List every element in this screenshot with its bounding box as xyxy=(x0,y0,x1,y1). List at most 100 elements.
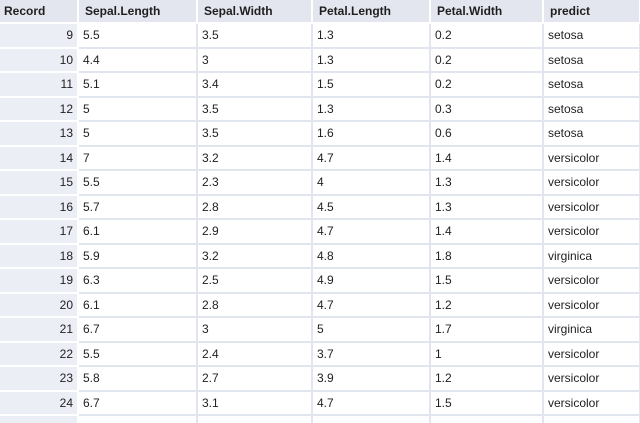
predict-cell[interactable]: versicolor xyxy=(543,145,640,171)
table-row[interactable]: 21 6.7 3 5 1.7 virginica xyxy=(0,317,640,343)
sepal-length-cell[interactable]: 6.7 xyxy=(78,390,198,416)
table-row[interactable]: 15 5.5 2.3 4 1.3 versicolor xyxy=(0,170,640,196)
sepal-length-cell[interactable]: 7 xyxy=(78,145,198,171)
petal-width-cell[interactable]: 0.2 xyxy=(430,23,544,49)
table-row[interactable]: 14 7 3.2 4.7 1.4 versicolor xyxy=(0,145,640,171)
petal-length-cell[interactable]: 1.3 xyxy=(312,96,431,122)
results-grid[interactable]: Record Sepal.Length Sepal.Width Petal.Le… xyxy=(0,0,640,423)
sepal-width-cell[interactable]: 3 xyxy=(197,317,313,343)
predict-cell[interactable]: setosa xyxy=(543,23,640,49)
record-cell[interactable]: 22 xyxy=(0,341,79,367)
sepal-length-cell[interactable]: 5.1 xyxy=(78,72,198,98)
petal-width-cell[interactable]: 0.3 xyxy=(430,96,544,122)
table-row[interactable]: 23 5.8 2.7 3.9 1.2 versicolor xyxy=(0,366,640,392)
sepal-length-cell[interactable]: 5.7 xyxy=(78,194,198,220)
sepal-width-cell[interactable]: 3.2 xyxy=(197,145,313,171)
petal-length-cell[interactable]: 5 xyxy=(312,317,431,343)
sepal-width-cell[interactable]: 3.5 xyxy=(197,121,313,147)
sepal-width-cell[interactable]: 2.3 xyxy=(197,170,313,196)
table-row[interactable]: 10 4.4 3 1.3 0.2 setosa xyxy=(0,47,640,73)
column-header-sepal-length[interactable]: Sepal.Length xyxy=(78,0,198,24)
sepal-length-cell[interactable]: 5 xyxy=(78,121,198,147)
table-row[interactable]: 17 6.1 2.9 4.7 1.4 versicolor xyxy=(0,219,640,245)
record-cell[interactable]: 9 xyxy=(0,23,79,49)
sepal-length-cell[interactable]: 5 xyxy=(78,96,198,122)
column-header-sepal-width[interactable]: Sepal.Width xyxy=(197,0,313,24)
petal-length-cell[interactable]: 4.8 xyxy=(312,243,431,269)
predict-cell[interactable]: versicolor xyxy=(543,390,640,416)
petal-length-cell[interactable]: 1.3 xyxy=(312,23,431,49)
sepal-width-cell[interactable]: 3.2 xyxy=(197,243,313,269)
predict-cell[interactable]: virginica xyxy=(543,243,640,269)
record-cell[interactable]: 10 xyxy=(0,47,79,73)
record-cell[interactable]: 16 xyxy=(0,194,79,220)
sepal-width-cell[interactable]: 2.4 xyxy=(197,341,313,367)
sepal-width-cell[interactable]: 3.5 xyxy=(197,96,313,122)
petal-width-cell[interactable]: 1.8 xyxy=(430,243,544,269)
sepal-length-cell[interactable]: 5.5 xyxy=(78,23,198,49)
table-row[interactable]: 22 5.5 2.4 3.7 1 versicolor xyxy=(0,341,640,367)
predict-cell[interactable]: versicolor xyxy=(543,170,640,196)
column-header-record[interactable]: Record xyxy=(0,0,79,24)
sepal-length-cell[interactable]: 5.5 xyxy=(78,341,198,367)
predict-cell[interactable]: setosa xyxy=(543,96,640,122)
petal-width-cell[interactable]: 1.5 xyxy=(430,390,544,416)
petal-length-cell[interactable]: 4.7 xyxy=(312,292,431,318)
petal-width-cell[interactable]: 1.4 xyxy=(430,219,544,245)
record-cell[interactable]: 19 xyxy=(0,268,79,294)
petal-length-cell[interactable]: 4.7 xyxy=(312,390,431,416)
petal-width-cell[interactable]: 1 xyxy=(430,341,544,367)
sepal-width-cell[interactable]: 2.8 xyxy=(197,292,313,318)
petal-length-cell[interactable]: 3.7 xyxy=(312,341,431,367)
sepal-length-cell[interactable]: 6.1 xyxy=(78,219,198,245)
petal-length-cell[interactable]: 1.5 xyxy=(312,72,431,98)
petal-width-cell[interactable]: 0.2 xyxy=(430,72,544,98)
petal-length-cell[interactable]: 4.9 xyxy=(312,268,431,294)
sepal-width-cell[interactable]: 3.5 xyxy=(197,23,313,49)
record-cell[interactable]: 20 xyxy=(0,292,79,318)
column-header-petal-width[interactable]: Petal.Width xyxy=(430,0,544,24)
petal-width-cell[interactable]: 1.3 xyxy=(430,194,544,220)
column-header-predict[interactable]: predict xyxy=(543,0,640,24)
table-row[interactable]: 19 6.3 2.5 4.9 1.5 versicolor xyxy=(0,268,640,294)
sepal-length-cell[interactable]: 4.4 xyxy=(78,47,198,73)
petal-length-cell[interactable]: 4.7 xyxy=(312,145,431,171)
sepal-length-cell[interactable]: 6.3 xyxy=(78,268,198,294)
petal-width-cell[interactable]: 1.2 xyxy=(430,366,544,392)
sepal-width-cell[interactable]: 2.7 xyxy=(197,366,313,392)
record-cell[interactable]: 14 xyxy=(0,145,79,171)
predict-cell[interactable]: versicolor xyxy=(543,268,640,294)
sepal-width-cell[interactable]: 3.4 xyxy=(197,72,313,98)
petal-length-cell[interactable]: 1.3 xyxy=(312,47,431,73)
record-cell[interactable]: 18 xyxy=(0,243,79,269)
petal-width-cell[interactable]: 1.5 xyxy=(430,268,544,294)
record-cell[interactable]: 23 xyxy=(0,366,79,392)
table-row[interactable]: 24 6.7 3.1 4.7 1.5 versicolor xyxy=(0,390,640,416)
predict-cell[interactable]: virginica xyxy=(543,317,640,343)
table-row[interactable]: 13 5 3.5 1.6 0.6 setosa xyxy=(0,121,640,147)
table-row[interactable]: 11 5.1 3.4 1.5 0.2 setosa xyxy=(0,72,640,98)
sepal-width-cell[interactable]: 3.1 xyxy=(197,390,313,416)
record-cell[interactable]: 13 xyxy=(0,121,79,147)
predict-cell[interactable]: setosa xyxy=(543,72,640,98)
petal-length-cell[interactable]: 4 xyxy=(312,170,431,196)
petal-length-cell[interactable]: 1.6 xyxy=(312,121,431,147)
table-row[interactable]: 18 5.9 3.2 4.8 1.8 virginica xyxy=(0,243,640,269)
predict-cell[interactable]: setosa xyxy=(543,121,640,147)
predict-cell[interactable]: versicolor xyxy=(543,292,640,318)
petal-width-cell[interactable]: 1.4 xyxy=(430,145,544,171)
petal-width-cell[interactable]: 0.2 xyxy=(430,47,544,73)
petal-length-cell[interactable]: 4.7 xyxy=(312,219,431,245)
sepal-width-cell[interactable]: 2.8 xyxy=(197,194,313,220)
record-cell[interactable]: 15 xyxy=(0,170,79,196)
sepal-length-cell[interactable]: 6.7 xyxy=(78,317,198,343)
sepal-width-cell[interactable]: 2.5 xyxy=(197,268,313,294)
record-cell[interactable]: 17 xyxy=(0,219,79,245)
predict-cell[interactable]: setosa xyxy=(543,47,640,73)
record-cell[interactable]: 12 xyxy=(0,96,79,122)
record-cell[interactable]: 11 xyxy=(0,72,79,98)
predict-cell[interactable]: versicolor xyxy=(543,219,640,245)
petal-width-cell[interactable]: 0.6 xyxy=(430,121,544,147)
record-cell[interactable]: 24 xyxy=(0,390,79,416)
table-row[interactable]: 9 5.5 3.5 1.3 0.2 setosa xyxy=(0,23,640,49)
